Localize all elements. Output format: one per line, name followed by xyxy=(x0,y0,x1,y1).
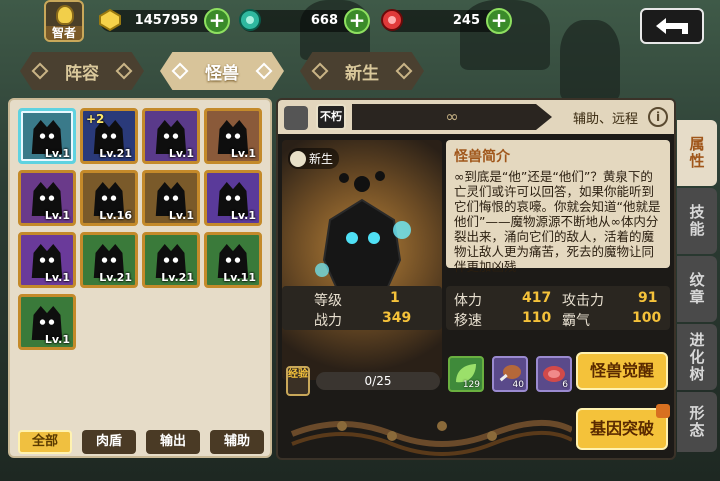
attribute-stats: 体力 417 攻击力 91 移速 110 霸气 100 xyxy=(446,286,670,330)
hp-value: 417 xyxy=(522,290,552,306)
filter-damage-button[interactable]: 输出 xyxy=(146,430,200,454)
monster-name: ∞ xyxy=(352,104,552,130)
level-label: 等级 xyxy=(314,293,342,309)
lightbulb-icon xyxy=(56,5,74,25)
hp-label: 体力 xyxy=(454,293,482,309)
immortal-badge: 不朽 xyxy=(316,104,346,130)
level-stats: 等级 1 战力 349 xyxy=(282,286,442,330)
monster-stage: 新生 xyxy=(282,140,442,380)
steak-count: 6 xyxy=(562,380,568,390)
green-gem-resource: 668 + xyxy=(239,8,370,34)
gold-resource: 1457959 + xyxy=(99,8,230,34)
monster-plus-badge: +2 xyxy=(86,112,105,126)
side-tab-emblem[interactable]: 纹章 xyxy=(677,256,717,322)
red-gem-value: 245 xyxy=(452,13,480,28)
red-gem-resource: 245 + xyxy=(381,8,512,34)
dominance-label: 霸气 xyxy=(562,313,590,329)
power-value: 349 xyxy=(382,310,412,326)
filter-bar: 全部 肉盾 输出 辅助 xyxy=(10,430,274,456)
monster-level: Lv.1 xyxy=(44,209,70,222)
attack-label: 攻击力 xyxy=(562,293,604,309)
monster-card[interactable]: Lv.21 xyxy=(80,232,138,288)
experience-bar: 经验 0/25 xyxy=(282,364,442,398)
monster-card[interactable]: Lv.1 xyxy=(18,294,76,350)
monster-card[interactable]: Lv.21 xyxy=(142,232,200,288)
monster-level: Lv.21 xyxy=(99,271,132,284)
monster-level: Lv.1 xyxy=(44,147,70,160)
monster-level: Lv.1 xyxy=(168,209,194,222)
description-title: 怪兽简介 xyxy=(454,149,510,165)
info-icon[interactable]: i xyxy=(648,107,668,127)
filter-support-button[interactable]: 辅助 xyxy=(210,430,264,454)
monster-type: 辅助、远程 xyxy=(572,112,638,127)
green-gem-value: 668 xyxy=(310,13,338,28)
monster-card[interactable]: Lv.11 xyxy=(204,232,262,288)
steak-item[interactable]: 6 xyxy=(536,356,572,392)
monster-level: Lv.1 xyxy=(230,209,256,222)
evolution-path xyxy=(290,419,572,456)
tab-monster[interactable]: 怪兽 xyxy=(160,52,284,90)
tab-reborn[interactable]: 新生 xyxy=(300,52,424,90)
monster-level: Lv.11 xyxy=(223,271,256,284)
monster-card[interactable]: Lv.1 xyxy=(18,232,76,288)
side-tab-attributes[interactable]: 属性 xyxy=(677,120,717,186)
add-red-gem-button[interactable]: + xyxy=(486,8,512,34)
notification-badge xyxy=(656,404,670,418)
power-label: 战力 xyxy=(314,313,342,329)
monster-card[interactable]: Lv.1 xyxy=(204,170,262,226)
monster-card[interactable]: Lv.1 xyxy=(204,108,262,164)
monster-level: Lv.21 xyxy=(99,147,132,160)
filter-all-button[interactable]: 全部 xyxy=(18,430,72,454)
monster-card[interactable]: +2 Lv.21 xyxy=(80,108,138,164)
tab-lineup[interactable]: 阵容 xyxy=(20,52,144,90)
back-arrow-icon xyxy=(656,18,688,34)
monster-card[interactable]: Lv.1 xyxy=(18,170,76,226)
monster-list-panel: Lv.1 +2 Lv.21 Lv.1 Lv.1 Lv.1 Lv.16 Lv.1 Lv.1 Lv.1… xyxy=(8,98,272,458)
lock-icon[interactable] xyxy=(284,106,308,130)
description-text: ∞到底是“他”还是“他们”？黄泉下的亡灵们或许可以回答，如果你能听到它们悔恨的哀… xyxy=(454,169,661,274)
leaf-count: 129 xyxy=(462,380,480,390)
attack-value: 91 xyxy=(638,290,658,306)
meat-count: 40 xyxy=(512,380,524,390)
add-gold-button[interactable]: + xyxy=(204,8,230,34)
filter-tank-button[interactable]: 肉盾 xyxy=(82,430,136,454)
monster-awaken-button[interactable]: 怪兽觉醒 xyxy=(576,352,668,390)
monster-level: Lv.1 xyxy=(44,333,70,346)
monster-level: Lv.21 xyxy=(161,271,194,284)
monster-description: 怪兽简介 ∞到底是“他”还是“他们”？黄泉下的亡灵们或许可以回答，如果你能听到它… xyxy=(446,140,670,274)
gold-icon xyxy=(99,8,121,32)
monster-card[interactable]: Lv.1 xyxy=(18,108,76,164)
speed-label: 移速 xyxy=(454,313,482,329)
experience-label: 经验 xyxy=(286,366,310,396)
leaf-item[interactable]: 129 xyxy=(448,356,484,392)
monster-level: Lv.1 xyxy=(168,147,194,160)
monster-detail-panel: 不朽 ∞ 辅助、远程 i 新生 怪兽简介 ∞到底是“他”还是“他们”？黄泉下的亡… xyxy=(276,98,676,460)
detail-header: 不朽 ∞ 辅助、远程 i xyxy=(278,100,674,134)
gene-breakthrough-button[interactable]: 基因突破 xyxy=(576,404,670,450)
green-gem-icon xyxy=(239,9,261,31)
monster-card[interactable]: Lv.1 xyxy=(142,170,200,226)
meat-item[interactable]: 40 xyxy=(492,356,528,392)
monster-level: Lv.1 xyxy=(44,271,70,284)
speed-value: 110 xyxy=(522,310,552,326)
back-button[interactable] xyxy=(640,8,704,44)
monster-level: Lv.16 xyxy=(99,209,132,222)
side-tab-form[interactable]: 形态 xyxy=(677,392,717,452)
monster-card[interactable]: Lv.16 xyxy=(80,170,138,226)
add-green-gem-button[interactable]: + xyxy=(344,8,370,34)
experience-progress: 0/25 xyxy=(316,372,440,390)
player-avatar[interactable]: 智者 xyxy=(44,0,84,42)
dominance-value: 100 xyxy=(632,310,662,326)
side-tab-skills[interactable]: 技能 xyxy=(677,188,717,254)
level-value: 1 xyxy=(390,290,400,306)
red-gem-icon xyxy=(381,9,403,31)
monster-card[interactable]: Lv.1 xyxy=(142,108,200,164)
gold-value: 1457959 xyxy=(134,13,198,28)
side-tab-evolution-tree[interactable]: 进化树 xyxy=(677,324,717,390)
top-bar: 智者 1457959 + 668 + 245 + xyxy=(0,0,720,44)
monster-level: Lv.1 xyxy=(230,147,256,160)
player-title: 智者 xyxy=(46,26,82,40)
